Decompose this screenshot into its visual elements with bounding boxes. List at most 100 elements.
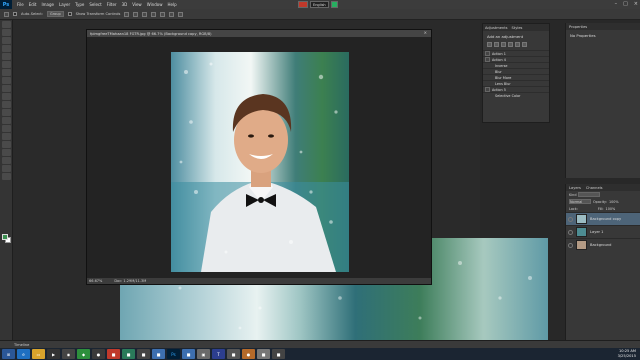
gradient-icon[interactable] bbox=[2, 109, 11, 116]
type-icon[interactable] bbox=[2, 141, 11, 148]
move-tool-icon[interactable] bbox=[4, 11, 9, 17]
start-icon[interactable]: ⊞ bbox=[2, 349, 15, 359]
visibility-eye-icon[interactable] bbox=[568, 216, 573, 222]
action-row[interactable]: Selective Color bbox=[483, 92, 549, 98]
ime-status-icon[interactable] bbox=[330, 1, 338, 8]
blur-icon[interactable] bbox=[2, 117, 11, 124]
menu-edit[interactable]: Edit bbox=[29, 2, 37, 7]
app-icon[interactable]: ■ bbox=[227, 349, 240, 359]
foreground-color-swatch[interactable] bbox=[2, 234, 8, 240]
chrome-icon[interactable]: ● bbox=[92, 349, 105, 359]
filter-icons[interactable] bbox=[578, 192, 601, 197]
explorer-icon[interactable]: ▭ bbox=[32, 349, 45, 359]
layer-name[interactable]: Background copy bbox=[590, 217, 621, 221]
hand-icon[interactable] bbox=[2, 165, 11, 172]
pen-icon[interactable] bbox=[2, 133, 11, 140]
app-icon[interactable]: ■ bbox=[137, 349, 150, 359]
menu-view[interactable]: View bbox=[132, 2, 142, 7]
fill-value[interactable]: 100% bbox=[606, 207, 616, 211]
zoom-icon[interactable] bbox=[2, 173, 11, 180]
kind-filter[interactable]: Kind bbox=[569, 193, 576, 197]
ime-icon[interactable] bbox=[298, 1, 308, 8]
checkbox-icon[interactable] bbox=[485, 57, 490, 62]
menu-type[interactable]: Type bbox=[75, 2, 84, 7]
menu-help[interactable]: Help bbox=[167, 2, 176, 7]
app-icon[interactable]: ■ bbox=[122, 349, 135, 359]
layer-name[interactable]: Layer 1 bbox=[590, 230, 603, 234]
checkbox-icon[interactable] bbox=[485, 51, 490, 56]
opacity-value[interactable]: 100% bbox=[609, 200, 619, 204]
auto-select-checkbox[interactable] bbox=[13, 12, 17, 16]
visibility-eye-icon[interactable] bbox=[568, 242, 573, 248]
distribute-icon[interactable] bbox=[178, 11, 184, 17]
brush-icon[interactable] bbox=[2, 77, 11, 84]
menu-3d[interactable]: 3D bbox=[122, 2, 128, 7]
doc-size-readout[interactable]: Doc: 1.29M/11.3M bbox=[114, 279, 146, 283]
photo-canvas[interactable] bbox=[171, 52, 349, 272]
tab-channels[interactable]: Channels bbox=[586, 186, 603, 190]
menu-window[interactable]: Window bbox=[147, 2, 163, 7]
store-icon[interactable]: ◆ bbox=[77, 349, 90, 359]
app-icon[interactable]: ■ bbox=[152, 349, 165, 359]
vibrance-icon[interactable] bbox=[515, 42, 520, 47]
history-brush-icon[interactable] bbox=[2, 93, 11, 100]
align-left-icon[interactable] bbox=[151, 11, 157, 17]
align-middle-icon[interactable] bbox=[133, 11, 139, 17]
shape-icon[interactable] bbox=[2, 157, 11, 164]
quick-select-icon[interactable] bbox=[2, 45, 11, 52]
app-icon[interactable]: ■ bbox=[257, 349, 270, 359]
visibility-eye-icon[interactable] bbox=[568, 229, 573, 235]
layer-row[interactable]: Layer 1 bbox=[566, 225, 640, 238]
crop-icon[interactable] bbox=[2, 53, 11, 60]
close-icon[interactable]: × bbox=[634, 1, 638, 7]
maximize-icon[interactable]: □ bbox=[623, 1, 628, 7]
move-icon[interactable] bbox=[2, 21, 11, 28]
app-icon[interactable]: ■ bbox=[182, 349, 195, 359]
eraser-icon[interactable] bbox=[2, 101, 11, 108]
levels-icon[interactable] bbox=[494, 42, 499, 47]
app-icon[interactable]: ■ bbox=[107, 349, 120, 359]
ime-language[interactable]: English bbox=[310, 1, 329, 8]
align-bottom-icon[interactable] bbox=[142, 11, 148, 17]
lasso-icon[interactable] bbox=[2, 37, 11, 44]
document-close-icon[interactable]: × bbox=[424, 30, 427, 35]
app-icon[interactable]: T bbox=[212, 349, 225, 359]
zoom-readout[interactable]: 66.67% bbox=[89, 279, 102, 283]
layer-row[interactable]: Background bbox=[566, 238, 640, 251]
ie-icon[interactable]: e bbox=[17, 349, 30, 359]
tab-styles[interactable]: Styles bbox=[512, 26, 523, 30]
document-tab[interactable]: fpimgfreeTMahaan18 FGTR.jpg @ 66.7% (Bac… bbox=[87, 30, 431, 37]
healing-icon[interactable] bbox=[2, 69, 11, 76]
document-window[interactable]: fpimgfreeTMahaan18 FGTR.jpg @ 66.7% (Bac… bbox=[86, 29, 432, 285]
tab-adjustments[interactable]: Adjustments bbox=[485, 26, 508, 30]
properties-title[interactable]: Properties bbox=[566, 23, 640, 30]
minimize-icon[interactable]: – bbox=[615, 1, 618, 7]
exposure-icon[interactable] bbox=[508, 42, 513, 47]
menu-layer[interactable]: Layer bbox=[59, 2, 70, 7]
media-icon[interactable]: ▶ bbox=[47, 349, 60, 359]
brightness-icon[interactable] bbox=[487, 42, 492, 47]
app-icon[interactable]: ■ bbox=[272, 349, 285, 359]
timeline-panel-tab[interactable]: Timeline bbox=[0, 340, 640, 348]
hue-saturation-icon[interactable] bbox=[522, 42, 527, 47]
align-top-icon[interactable] bbox=[124, 11, 130, 17]
align-right-icon[interactable] bbox=[169, 11, 175, 17]
layer-row[interactable]: Background copy bbox=[566, 212, 640, 225]
menu-select[interactable]: Select bbox=[89, 2, 101, 7]
menu-image[interactable]: Image bbox=[41, 2, 54, 7]
blend-mode-select[interactable]: Normal bbox=[569, 199, 591, 204]
menu-filter[interactable]: Filter bbox=[107, 2, 117, 7]
checkbox-icon[interactable] bbox=[485, 87, 490, 92]
align-center-icon[interactable] bbox=[160, 11, 166, 17]
app-icon[interactable]: ● bbox=[242, 349, 255, 359]
app-icon[interactable]: ▣ bbox=[197, 349, 210, 359]
clock-date[interactable]: 3/25/2015 bbox=[618, 354, 636, 359]
app-icon[interactable]: ◉ bbox=[62, 349, 75, 359]
menu-file[interactable]: File bbox=[17, 2, 24, 7]
auto-select-dropdown[interactable]: Group bbox=[47, 11, 64, 17]
marquee-icon[interactable] bbox=[2, 29, 11, 36]
eyedropper-icon[interactable] bbox=[2, 61, 11, 68]
tab-layers[interactable]: Layers bbox=[569, 186, 581, 190]
show-transform-checkbox[interactable] bbox=[67, 12, 72, 16]
clone-stamp-icon[interactable] bbox=[2, 85, 11, 92]
